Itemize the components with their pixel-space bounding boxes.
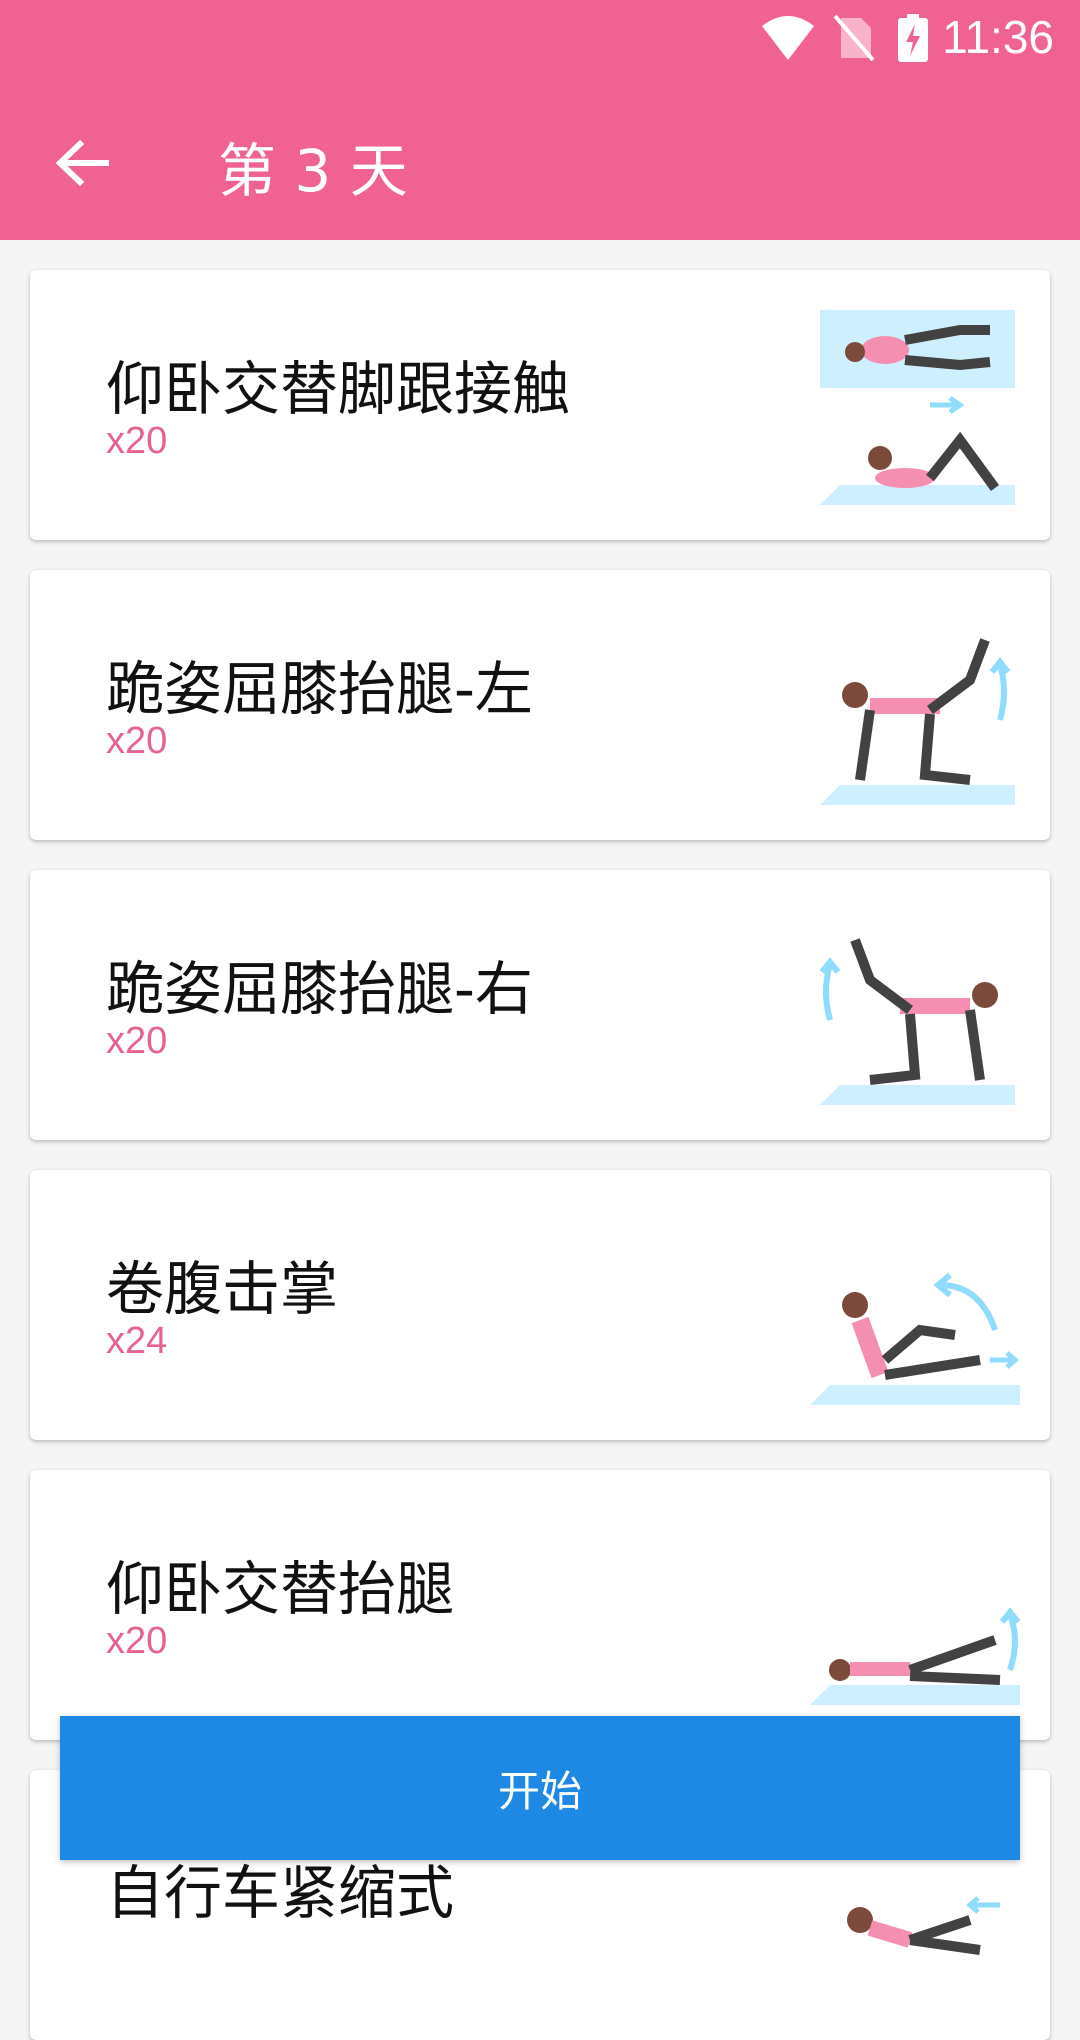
- exercise-count: x20: [106, 1020, 168, 1062]
- app-header: 11:36 第 3 天: [0, 0, 1080, 240]
- exercise-illustration: [820, 310, 1015, 505]
- exercise-name: 仰卧交替脚跟接触: [106, 355, 571, 423]
- exercise-name: 跪姿屈膝抬腿-右: [106, 955, 533, 1023]
- page-title: 第 3 天: [218, 137, 408, 205]
- exercise-illustration: [810, 1607, 1020, 1705]
- no-sim-icon: [833, 14, 875, 62]
- battery-charging-icon: [898, 14, 928, 62]
- exercise-count: x20: [106, 720, 168, 762]
- arrow-left-icon: [56, 140, 109, 186]
- exercise-count: x24: [106, 1320, 168, 1362]
- exercise-card[interactable]: 跪姿屈膝抬腿-左 x20: [30, 570, 1050, 840]
- start-button[interactable]: 开始: [60, 1716, 1020, 1860]
- exercise-illustration: [820, 638, 1015, 805]
- exercise-card[interactable]: 跪姿屈膝抬腿-右 x20: [30, 870, 1050, 1140]
- exercise-card[interactable]: 仰卧交替抬腿 x20: [30, 1470, 1050, 1740]
- exercise-card[interactable]: 卷腹击掌 x24: [30, 1170, 1050, 1440]
- status-bar: 11:36: [0, 0, 1080, 75]
- exercise-count: x20: [106, 1620, 168, 1662]
- exercise-illustration: [819, 938, 1015, 1105]
- toolbar: 第 3 天: [0, 110, 1080, 210]
- exercise-name: 卷腹击掌: [106, 1255, 339, 1323]
- exercise-count: x20: [106, 420, 168, 462]
- exercise-name: 仰卧交替抬腿: [106, 1555, 455, 1623]
- wifi-icon: [762, 16, 814, 60]
- exercise-name: 跪姿屈膝抬腿-左: [106, 655, 533, 723]
- clock-time: 11:36: [942, 11, 1054, 63]
- exercise-card[interactable]: 仰卧交替脚跟接触 x20: [30, 270, 1050, 540]
- back-button[interactable]: [48, 128, 118, 198]
- exercise-list[interactable]: 仰卧交替脚跟接触 x20 跪姿屈膝抬腿-左 x20 跪姿屈膝抬腿-右 x20 卷…: [0, 240, 1080, 2040]
- exercise-illustration: [810, 1272, 1020, 1405]
